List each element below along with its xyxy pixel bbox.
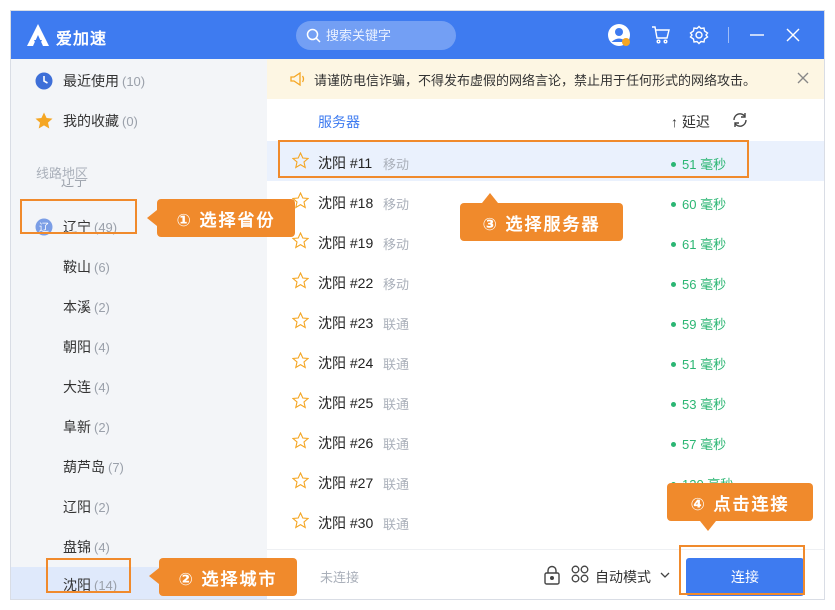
- status-dot-icon: [671, 362, 676, 368]
- server-isp: 移动: [383, 197, 410, 212]
- server-isp: 联通: [383, 357, 410, 372]
- connection-status: 未连接: [320, 570, 360, 585]
- city-item[interactable]: 阜新 (2): [63, 407, 110, 447]
- close-icon[interactable]: [796, 71, 810, 85]
- item-count: (0): [122, 113, 138, 129]
- server-isp: 联通: [383, 397, 410, 412]
- status-dot-icon: [671, 202, 676, 208]
- close-icon[interactable]: [781, 23, 805, 47]
- server-name: 沈阳 #27: [318, 475, 374, 491]
- city-item[interactable]: 葫芦岛 (7): [63, 447, 124, 487]
- app-name: 爱加速: [56, 31, 108, 48]
- favorite-star-icon[interactable]: [291, 271, 310, 289]
- favorite-star-icon[interactable]: [291, 511, 310, 529]
- refresh-icon[interactable]: [731, 111, 749, 129]
- callout-arrow: [147, 210, 157, 226]
- sidebar-item-label: 我的收藏: [63, 113, 119, 129]
- server-row[interactable]: 沈阳 #26 联通 57 毫秒: [267, 421, 824, 461]
- callout-arrow: [149, 568, 159, 584]
- server-name: 沈阳 #19: [318, 235, 374, 251]
- titlebar-divider: [728, 27, 729, 43]
- status-dot-icon: [671, 442, 676, 448]
- title-bar: 爱加速: [11, 11, 824, 59]
- server-name: 沈阳 #26: [318, 435, 374, 451]
- server-latency: 57 毫秒: [671, 434, 726, 453]
- server-isp: 移动: [383, 277, 410, 292]
- notice-bar: 请谨防电信诈骗，不得发布虚假的网络言论，禁止用于任何形式的网络攻击。: [267, 59, 824, 99]
- grid-icon: [571, 565, 589, 583]
- server-isp: 移动: [383, 237, 410, 252]
- status-dot-icon: [671, 322, 676, 328]
- sidebar: 最近使用 (10) 我的收藏 (0) 线路地区 辽宁 (11) 辽 辽宁 (49…: [11, 59, 267, 599]
- sidebar-item-recent[interactable]: 最近使用 (10): [11, 61, 267, 101]
- server-name: 沈阳 #24: [318, 355, 374, 371]
- server-latency: 60 毫秒: [671, 194, 726, 213]
- callout-arrow: [482, 193, 498, 203]
- search-icon: [306, 28, 321, 43]
- server-name: 沈阳 #23: [318, 315, 374, 331]
- cart-icon[interactable]: [649, 23, 673, 47]
- user-avatar-icon[interactable]: [607, 23, 631, 47]
- callout-arrow: [700, 521, 716, 531]
- server-row[interactable]: 沈阳 #23 联通 59 毫秒: [267, 301, 824, 341]
- city-item[interactable]: 鞍山 (6): [63, 247, 110, 287]
- server-isp: 联通: [383, 517, 410, 532]
- megaphone-icon: [290, 72, 306, 86]
- server-name: 沈阳 #25: [318, 395, 374, 411]
- server-isp: 联通: [383, 317, 410, 332]
- city-item[interactable]: 朝阳 (4): [63, 327, 110, 367]
- sidebar-item-label: 最近使用: [63, 73, 119, 89]
- notice-text: 请谨防电信诈骗，不得发布虚假的网络言论，禁止用于任何形式的网络攻击。: [314, 72, 757, 88]
- favorite-star-icon[interactable]: [291, 311, 310, 329]
- server-latency: 56 毫秒: [671, 274, 726, 293]
- highlight-province: [20, 199, 137, 234]
- status-dot-icon: [671, 242, 676, 248]
- callout-step-1: ① 选择省份: [157, 199, 295, 237]
- city-item[interactable]: 大连 (4): [63, 367, 110, 407]
- search-input[interactable]: [326, 26, 446, 45]
- sidebar-item-favorites[interactable]: 我的收藏 (0): [11, 101, 267, 141]
- city-item[interactable]: 辽阳 (2): [63, 487, 110, 527]
- latency-sort-header[interactable]: ↑ 延迟: [671, 112, 710, 132]
- server-name: 沈阳 #18: [318, 195, 374, 211]
- item-count: (10): [122, 73, 146, 89]
- server-name: 沈阳 #30: [318, 515, 374, 531]
- server-row[interactable]: 沈阳 #25 联通 53 毫秒: [267, 381, 824, 421]
- highlight-connect: [679, 545, 805, 595]
- favorite-star-icon[interactable]: [291, 471, 310, 489]
- status-dot-icon: [671, 402, 676, 408]
- city-item[interactable]: 本溪 (2): [63, 287, 110, 327]
- server-column-header[interactable]: 服务器: [318, 112, 360, 132]
- server-name: 沈阳 #22: [318, 275, 374, 291]
- highlight-city: [46, 558, 131, 593]
- lock-icon[interactable]: [543, 565, 561, 585]
- server-latency: 61 毫秒: [671, 234, 726, 253]
- server-latency: 53 毫秒: [671, 394, 726, 413]
- server-latency: 51 毫秒: [671, 354, 726, 373]
- search-box[interactable]: [296, 21, 456, 50]
- server-latency: 59 毫秒: [671, 314, 726, 333]
- chevron-down-icon[interactable]: [660, 572, 670, 578]
- favorite-star-icon[interactable]: [291, 431, 310, 449]
- callout-step-4: ④ 点击连接: [667, 483, 813, 521]
- server-row[interactable]: 沈阳 #24 联通 51 毫秒: [267, 341, 824, 381]
- app-logo-icon: [27, 24, 49, 46]
- highlight-server: [278, 140, 749, 178]
- favorite-star-icon[interactable]: [291, 351, 310, 369]
- server-isp: 联通: [383, 437, 410, 452]
- star-icon: [35, 112, 53, 130]
- server-row[interactable]: 沈阳 #22 移动 56 毫秒: [267, 261, 824, 301]
- column-header: 服务器 ↑ 延迟: [267, 99, 824, 141]
- status-dot-icon: [671, 282, 676, 288]
- server-isp: 联通: [383, 477, 410, 492]
- favorite-star-icon[interactable]: [291, 391, 310, 409]
- clock-icon: [35, 72, 53, 90]
- callout-step-3: ③ 选择服务器: [460, 203, 623, 241]
- partial-list-item: 辽宁 (11): [61, 179, 87, 189]
- mode-select[interactable]: 自动模式: [595, 567, 651, 587]
- minimize-icon[interactable]: [745, 23, 769, 47]
- gear-icon[interactable]: [687, 23, 711, 47]
- callout-step-2: ② 选择城市: [159, 558, 297, 596]
